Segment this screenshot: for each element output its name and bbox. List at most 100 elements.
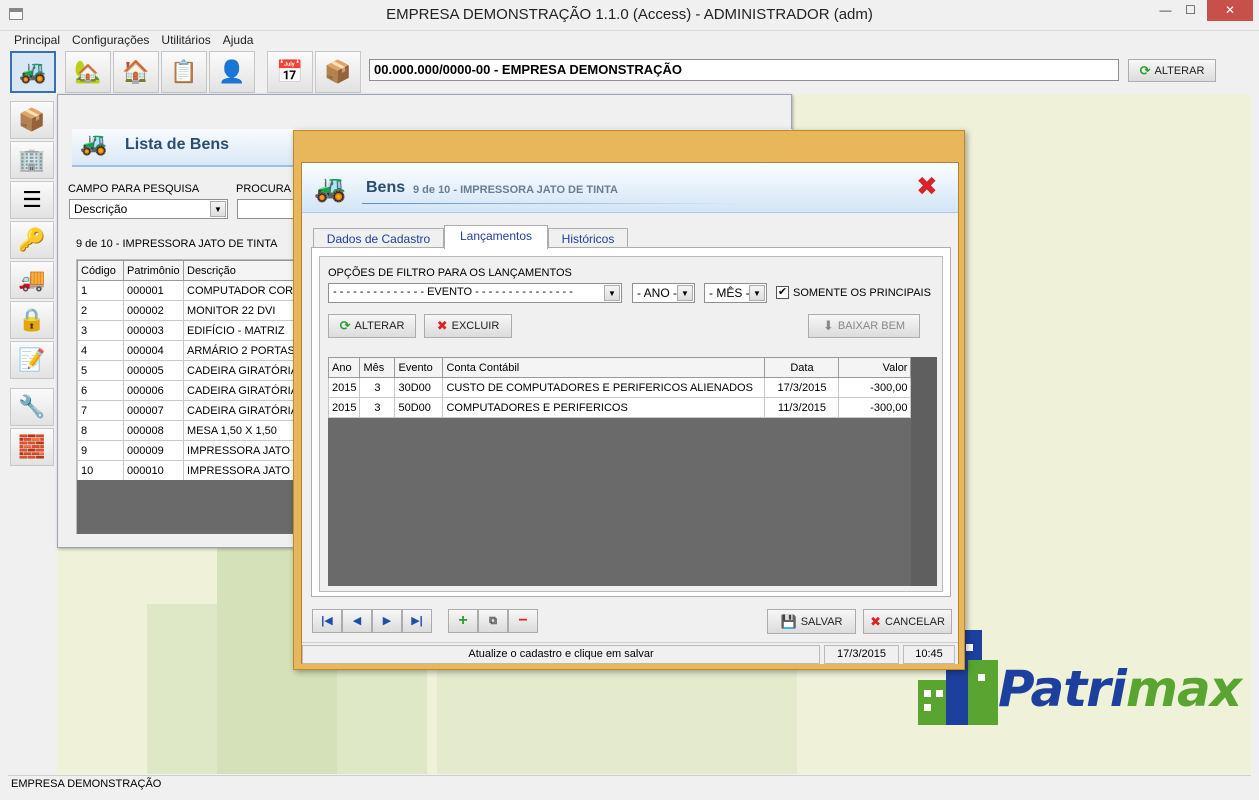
lista-table: Código Patrimônio Descrição 1 000001 COMPU… [77,260,313,481]
salvar-label: SALVAR [800,615,843,628]
tab-historicos[interactable]: Históricos [548,228,628,248]
somente-label: SOMENTE OS PRINCIPAIS [793,287,931,299]
salvar-button[interactable]: 💾 SALVAR [767,609,856,634]
lancamentos-panel: OPÇÕES DE FILTRO PARA OS LANÇAMENTOS - -… [311,247,951,597]
house-icon[interactable]: 🏠 [113,51,159,93]
bens-inner: 🚜 Bens 9 de 10 - IMPRESSORA JATO DE TINT… [301,162,959,664]
company-field[interactable]: 00.000.000/0000-00 - EMPRESA DEMONSTRAÇÃ… [369,59,1119,81]
minimize-button[interactable]: — [1152,0,1179,21]
menu-utilitarios[interactable]: Utilitários [155,31,216,47]
status-date: 17/3/2015 [824,645,899,664]
open-box-icon[interactable]: 📦 [315,51,361,93]
delete-record-button[interactable]: − [508,609,538,633]
table-row[interactable]: 4 000004 ARMÁRIO 2 PORTAS [77,340,313,361]
table-row[interactable]: 3 000003 EDIFÍCIO - MATRIZ [77,320,313,341]
menu-principal[interactable]: Principal [8,31,66,47]
last-record-button[interactable]: ▶| [402,609,432,633]
record-caption: 9 de 10 - IMPRESSORA JATO DE TINTA [76,238,278,250]
menu-configuracoes[interactable]: Configurações [66,31,155,47]
tab-dados-cadastro[interactable]: Dados de Cadastro [313,228,444,248]
table-row[interactable]: 2 000002 MONITOR 22 DVI [77,300,313,321]
tree-list-icon[interactable]: ☰ [10,181,54,219]
forklift-icon: 🚜 [314,173,347,203]
brick-wall-icon[interactable]: 🧱 [10,428,54,466]
col-ano[interactable]: Ano [327,357,361,378]
key-icon[interactable]: 🔑 [10,221,54,259]
ano-select[interactable]: - ANO - ▼ [632,283,695,303]
menu-ajuda[interactable]: Ajuda [217,31,260,47]
bens-header: 🚜 Bens 9 de 10 - IMPRESSORA JATO DE TINT… [302,163,958,213]
search-input[interactable] [237,199,297,219]
status-message: Atualize o cadastro e clique em salvar [302,645,820,664]
col-patrimonio[interactable]: Patrimônio [123,260,184,281]
alterar-button[interactable]: ⟳ ALTERAR [328,314,416,338]
table-row[interactable]: 10 000010 IMPRESSORA JATO DE [77,460,313,481]
lista-title: Lista de Bens [125,136,230,153]
truck-icon[interactable]: 🚚 [10,261,54,299]
calendar-icon[interactable]: 📅 [267,51,313,93]
copy-record-button[interactable]: ⧉ [478,609,508,633]
chevron-down-icon: ▼ [749,285,765,301]
bens-title: Bens [366,179,406,196]
table-row[interactable]: 9 000009 IMPRESSORA JATO DE [77,440,313,461]
cancelar-label: CANCELAR [885,615,945,628]
clipboard-icon[interactable]: 📋 [161,51,207,93]
grid-empty-area [77,480,297,534]
tools-icon[interactable]: 🔧 [10,388,54,426]
baixar-bem-button[interactable]: ⬇ BAIXAR BEM [808,314,920,338]
evento-value: - - - - - - - - - - - - - - EVENTO - - -… [333,286,573,298]
window-title: EMPRESA DEMONSTRAÇÃO 1.1.0 (Access) - AD… [386,6,873,23]
company-alterar-button[interactable]: ⟳ ALTERAR [1128,59,1216,82]
table-row[interactable]: 1 000001 COMPUTADOR CORE I [77,280,313,301]
status-time: 10:45 [903,645,955,664]
house-farm-icon[interactable]: 🏡 [65,51,111,93]
tab-lancamentos[interactable]: Lançamentos [444,225,548,249]
col-codigo[interactable]: Código [77,260,124,281]
table-row[interactable]: 6 000006 CADEIRA GIRATÓRIA [77,380,313,401]
box-icon[interactable]: 📦 [10,101,54,139]
next-record-button[interactable]: ▶ [372,609,402,633]
col-data[interactable]: Data [764,357,840,378]
table-row[interactable]: 5 000005 CADEIRA GIRATÓRIA [77,360,313,381]
add-record-button[interactable]: + [448,609,478,633]
table-row[interactable]: 8 000008 MESA 1,50 X 1,50 [77,420,313,441]
maximize-button[interactable]: ☐ [1177,0,1204,21]
cancelar-button[interactable]: ✖ CANCELAR [863,609,952,634]
bens-status-bar: Atualize o cadastro e clique em salvar 1… [302,642,958,664]
table-row[interactable]: 2015 3 50D00 COMPUTADORES E PERIFERICOS … [327,397,912,418]
filter-label: OPÇÕES DE FILTRO PARA OS LANÇAMENTOS [328,267,572,279]
mes-select[interactable]: - MÊS - ▼ [704,283,767,303]
refresh-icon: ⟳ [1139,62,1151,78]
col-valor[interactable]: Valor [838,357,912,378]
alterar-label: ALTERAR [354,320,405,332]
somente-checkbox[interactable]: ✔ [776,286,789,299]
main-status-bar: EMPRESA DEMONSTRAÇÃO [8,775,1251,793]
sidebar: 📦 🏢 ☰ 🔑 🚚 🔒 📝 🔧 🧱 [8,96,56,774]
user-icon[interactable]: 👤 [209,51,255,93]
bens-subtitle: 9 de 10 - IMPRESSORA JATO DE TINTA [413,184,618,196]
col-mes[interactable]: Mês [359,357,396,378]
forklift-icon: 🚜 [80,131,108,156]
excluir-button[interactable]: ✖ EXCLUIR [424,314,512,338]
evento-select[interactable]: - - - - - - - - - - - - - - EVENTO - - -… [328,283,622,303]
search-field-select[interactable]: Descrição ▼ [69,199,228,219]
org-chart-icon[interactable]: 🏢 [10,141,54,179]
first-record-button[interactable]: |◀ [312,609,342,633]
prev-record-button[interactable]: ◀ [342,609,372,633]
search-field-label: CAMPO PARA PESQUISA [68,183,200,195]
table-row[interactable]: 2015 3 30D00 CUSTO DE COMPUTADORES E PER… [327,377,912,398]
close-button[interactable]: ✕ [1207,0,1253,21]
document-pen-icon[interactable]: 📝 [10,341,54,379]
col-evento[interactable]: Evento [394,357,444,378]
main-toolbar: 🚜 🏡 🏠 📋 👤 📅 📦 00.000.000/0000-00 - EMPRE… [8,50,1251,94]
x-icon: ✖ [436,318,448,333]
grid-scrollbar-area [911,357,937,586]
arrow-down-icon: ⬇ [822,318,834,333]
search-field-value: Descrição [74,202,128,216]
close-icon[interactable]: ✖ [916,173,938,199]
company-alterar-label: ALTERAR [1154,64,1205,77]
lock-icon[interactable]: 🔒 [10,301,54,339]
table-row[interactable]: 7 000007 CADEIRA GIRATÓRIA [77,400,313,421]
col-conta-contabil[interactable]: Conta Contábil [442,357,766,378]
forklift-icon[interactable]: 🚜 [10,51,56,93]
